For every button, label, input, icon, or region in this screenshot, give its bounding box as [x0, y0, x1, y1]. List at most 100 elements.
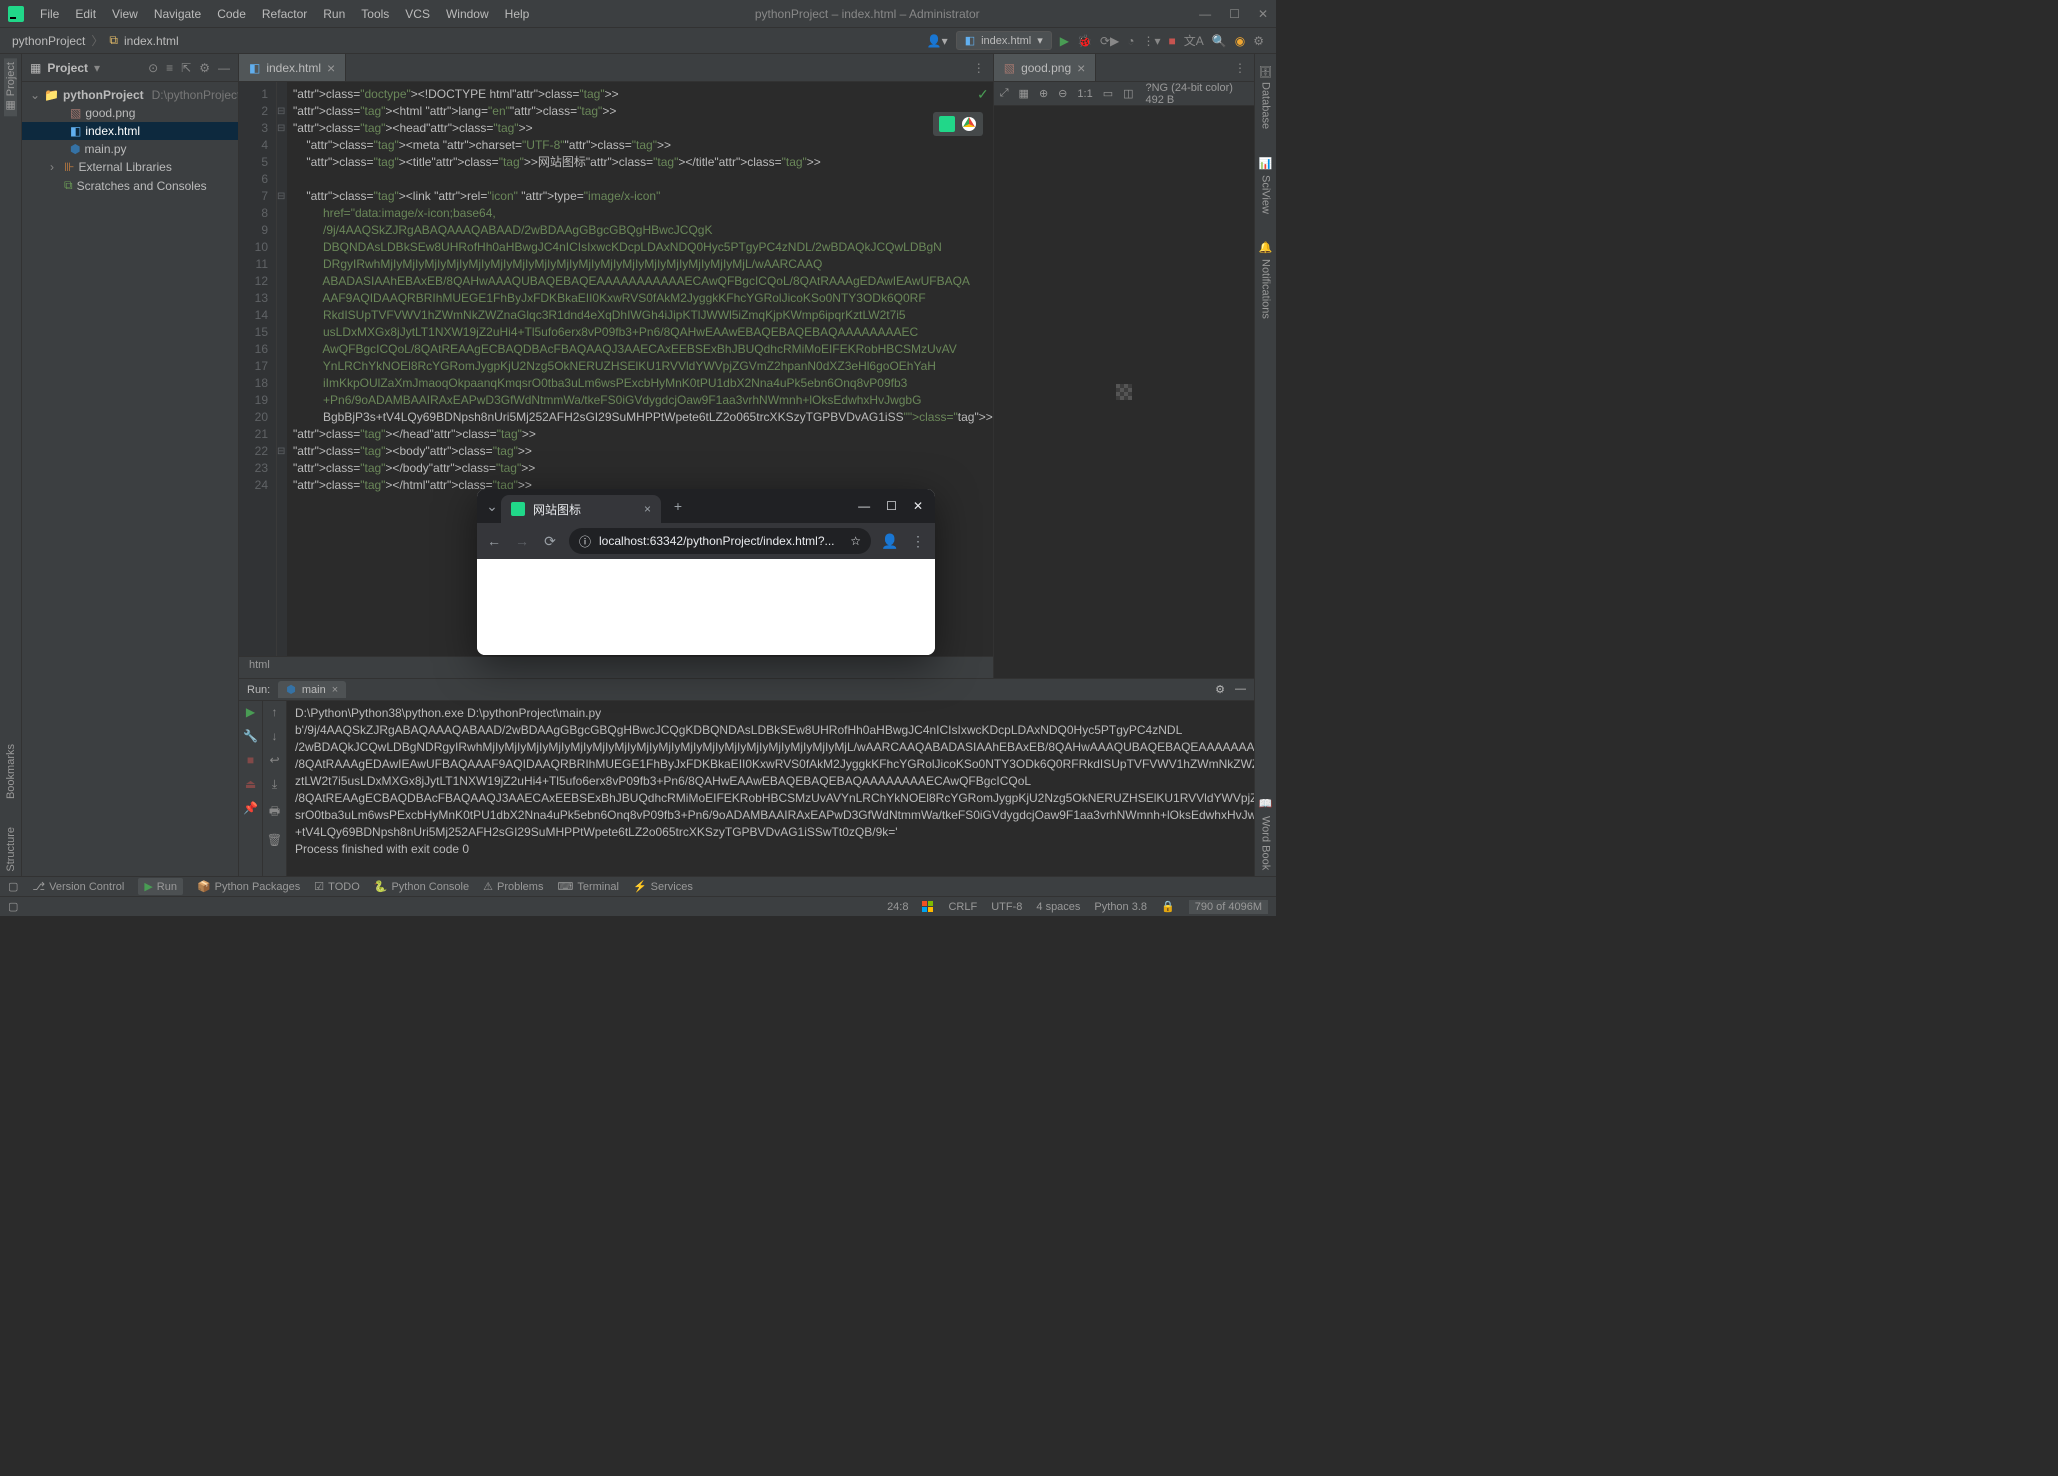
lock-icon[interactable]: 🔒	[1161, 900, 1175, 913]
tool-python-console-tab[interactable]: 🐍Python Console	[374, 880, 469, 893]
translate-icon[interactable]: 文A	[1184, 32, 1204, 49]
run-output[interactable]: D:\Python\Python38\python.exe D:\pythonP…	[287, 701, 1254, 876]
gear-icon[interactable]: ⚙	[1215, 683, 1225, 696]
windows-logo-icon[interactable]	[922, 901, 934, 913]
chrome-dropdown-icon[interactable]: ⌄	[483, 498, 501, 515]
reload-icon[interactable]: ⟳	[541, 533, 559, 550]
menu-window[interactable]: Window	[440, 5, 495, 23]
tree-file-index[interactable]: ◧ index.html	[22, 122, 238, 140]
menu-code[interactable]: Code	[211, 5, 252, 23]
window-close-icon[interactable]: ✕	[1258, 7, 1268, 21]
menu-help[interactable]: Help	[499, 5, 536, 23]
more-run-icon[interactable]: ⋮▾	[1143, 34, 1161, 48]
status-indent[interactable]: 4 spaces	[1036, 901, 1080, 913]
up-stack-icon[interactable]: ↑	[272, 705, 278, 719]
window-maximize-icon[interactable]: ☐	[1229, 7, 1240, 21]
window-maximize-icon[interactable]: ☐	[886, 499, 897, 513]
tree-file-good[interactable]: ▧ good.png	[22, 104, 238, 122]
close-tab-icon[interactable]: ×	[644, 502, 651, 516]
status-caret-pos[interactable]: 24:8	[887, 901, 908, 913]
grid-icon[interactable]: ▦	[1019, 87, 1029, 100]
close-icon[interactable]: ×	[332, 684, 338, 696]
menu-navigate[interactable]: Navigate	[148, 5, 207, 23]
expand-all-icon[interactable]: ≡	[166, 61, 173, 75]
breadcrumb-file[interactable]: index.html	[124, 34, 179, 48]
scroll-end-icon[interactable]: ⤓	[272, 777, 277, 792]
breadcrumb-project[interactable]: pythonProject	[12, 34, 85, 48]
tool-structure-tab[interactable]: Structure	[5, 823, 17, 876]
tool-notifications-tab[interactable]: 🔔Notifications	[1259, 235, 1272, 324]
tool-terminal-tab[interactable]: ⌨Terminal	[557, 880, 618, 893]
menu-file[interactable]: File	[34, 5, 65, 23]
dropdown-icon[interactable]: ▾	[94, 61, 100, 75]
status-line-sep[interactable]: CRLF	[948, 901, 977, 913]
chrome-menu-icon[interactable]: ⋮	[909, 533, 927, 550]
editor-breadcrumb-bottom[interactable]: html	[239, 656, 993, 678]
menu-tools[interactable]: Tools	[355, 5, 395, 23]
collapse-all-icon[interactable]: ⇱	[181, 61, 191, 75]
print-icon[interactable]: 🖶	[269, 802, 280, 823]
codewithme-icon[interactable]: ◉	[1235, 34, 1245, 48]
chrome-tab[interactable]: 网站图标 ×	[501, 495, 661, 523]
menu-refactor[interactable]: Refactor	[256, 5, 313, 23]
tree-root[interactable]: ⌄ 📁 pythonProject D:\pythonProject	[22, 86, 238, 104]
run-tab-main[interactable]: ⬢ main ×	[278, 681, 346, 698]
soft-wrap-icon[interactable]: ↩	[269, 753, 279, 767]
profile-icon[interactable]: ◔	[1127, 34, 1134, 48]
window-minimize-icon[interactable]: —	[1199, 7, 1211, 21]
zoom-out-icon[interactable]: ⊖	[1058, 87, 1067, 100]
close-tab-icon[interactable]: ×	[1077, 60, 1085, 76]
pin-icon[interactable]: 📌	[243, 801, 258, 815]
hide-panel-icon[interactable]: —	[1235, 683, 1246, 696]
menu-vcs[interactable]: VCS	[399, 5, 436, 23]
zoom-level[interactable]: 1:1	[1077, 88, 1092, 100]
tool-python-packages-tab[interactable]: 📦Python Packages	[197, 880, 300, 893]
editor-more-icon[interactable]: ⋮	[973, 61, 985, 75]
status-messages-icon[interactable]: ▢	[8, 900, 18, 913]
tree-ext-libs[interactable]: › ⊪ External Libraries	[22, 158, 238, 176]
editor-more-icon[interactable]: ⋮	[1234, 61, 1246, 75]
clear-icon[interactable]: 🗑	[267, 833, 282, 847]
stop-button-icon[interactable]: ■	[1169, 34, 1176, 48]
hide-panel-icon[interactable]: —	[218, 61, 230, 75]
menu-view[interactable]: View	[106, 5, 144, 23]
zoom-in-icon[interactable]: ⊕	[1039, 87, 1048, 100]
color-picker-icon[interactable]: ▭	[1103, 87, 1113, 100]
tool-todo-tab[interactable]: ☑TODO	[314, 880, 359, 893]
menu-edit[interactable]: Edit	[69, 5, 102, 23]
tool-services-tab[interactable]: ⚡Services	[633, 880, 693, 893]
tool-sciview-tab[interactable]: 📊SciView	[1259, 151, 1272, 219]
checker-bg-icon[interactable]: ◫	[1123, 87, 1133, 100]
editor-tab-index[interactable]: ◧ index.html ×	[239, 54, 346, 81]
run-config-selector[interactable]: ◧ index.html ▾	[956, 31, 1052, 50]
gear-icon[interactable]: ⚙	[199, 61, 210, 75]
debug-button-icon[interactable]: 🐞	[1077, 34, 1092, 48]
modify-run-icon[interactable]: 🔧	[243, 729, 258, 743]
tool-wordbook-tab[interactable]: 📖Word Book	[1259, 792, 1272, 876]
tool-windows-menu-icon[interactable]: ▢	[8, 880, 18, 893]
window-minimize-icon[interactable]: —	[858, 499, 870, 513]
settings-updates-icon[interactable]: ⚙	[1253, 34, 1264, 48]
chrome-address-bar[interactable]: ⓘ localhost:63342/pythonProject/index.ht…	[569, 528, 871, 554]
exit-icon[interactable]: ⏏	[245, 777, 256, 791]
status-interpreter[interactable]: Python 3.8	[1094, 901, 1147, 913]
run-button-icon[interactable]: ▶	[1060, 34, 1069, 48]
project-panel-title[interactable]: Project	[47, 61, 88, 75]
tool-database-tab[interactable]: 🗄Database	[1259, 58, 1272, 135]
chevron-down-icon[interactable]: ⌄	[30, 88, 40, 102]
run-coverage-icon[interactable]: ⟳▶	[1100, 34, 1119, 48]
tool-vcs-tab[interactable]: ⎇Version Control	[32, 880, 124, 893]
tool-bookmarks-tab[interactable]: Bookmarks	[5, 740, 17, 803]
tree-scratches[interactable]: ⧉ Scratches and Consoles	[22, 176, 238, 195]
site-info-icon[interactable]: ⓘ	[579, 533, 591, 550]
status-memory[interactable]: 790 of 4096M	[1189, 900, 1268, 914]
bookmark-star-icon[interactable]: ☆	[850, 534, 861, 548]
menu-run[interactable]: Run	[317, 5, 351, 23]
tree-file-main[interactable]: ⬢ main.py	[22, 140, 238, 158]
new-tab-icon[interactable]: +	[669, 498, 687, 514]
select-opened-file-icon[interactable]: ⊙	[148, 61, 158, 75]
image-canvas[interactable]	[994, 106, 1254, 678]
rerun-icon[interactable]: ▶	[246, 705, 255, 719]
tool-run-tab[interactable]: ▶Run	[138, 878, 183, 895]
back-icon[interactable]: ←	[485, 533, 503, 549]
